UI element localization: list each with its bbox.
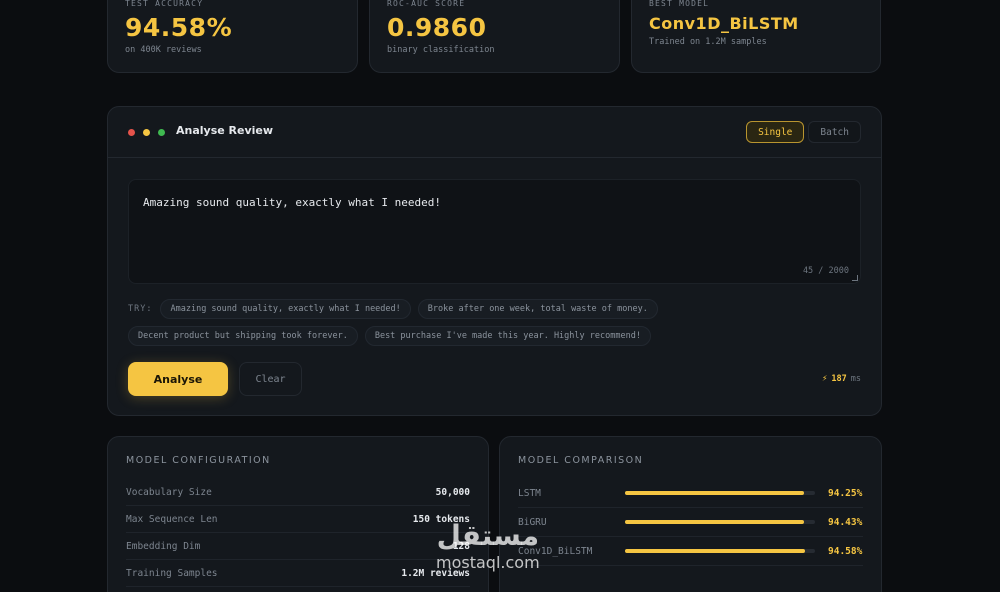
clear-button[interactable]: Clear xyxy=(239,362,302,396)
config-key: Max Sequence Len xyxy=(126,513,218,525)
stat-sub: on 400K reviews xyxy=(125,45,202,55)
char-count: 45 / 2000 xyxy=(802,266,849,276)
model-accuracy: 94.58% xyxy=(828,545,863,557)
card-heading: MODEL COMPARISON xyxy=(518,455,644,466)
comparison-list: LSTM 94.25% BiGRU 94.43% Conv1D_BiLSTM 94.58% xyxy=(518,479,863,566)
review-textarea[interactable]: Amazing sound quality, exactly what I ne… xyxy=(128,179,861,284)
config-row: Vocabulary Size 50,000 xyxy=(126,479,470,506)
analyse-panel: Analyse Review Single Batch Amazing soun… xyxy=(107,106,882,416)
comparison-row: Conv1D_BiLSTM 94.58% xyxy=(518,537,863,566)
yellow-dot-icon xyxy=(143,129,150,136)
comparison-row: LSTM 94.25% xyxy=(518,479,863,508)
stat-label: BEST MODEL xyxy=(649,0,710,8)
accuracy-bar-track xyxy=(625,491,815,495)
latency-indicator: ⚡ 187 ms xyxy=(822,374,861,384)
stat-value: Conv1D_BiLSTM xyxy=(649,14,799,33)
panel-title: Analyse Review xyxy=(176,124,274,137)
comparison-row: BiGRU 94.43% xyxy=(518,508,863,537)
panel-header: Analyse Review Single Batch xyxy=(108,107,881,158)
card-heading: MODEL CONFIGURATION xyxy=(126,455,271,466)
review-input-value: Amazing sound quality, exactly what I ne… xyxy=(143,196,442,209)
model-accuracy: 94.25% xyxy=(828,487,863,499)
watermark-latin: mostaql.com xyxy=(436,553,540,572)
stat-label: TEST ACCURACY xyxy=(125,0,204,8)
dashboard-page: TEST ACCURACY 94.58% on 400K reviews ROC… xyxy=(0,0,1000,592)
config-row: Training Samples 1.2M reviews xyxy=(126,560,470,587)
config-key: Embedding Dim xyxy=(126,540,201,552)
stat-sub: binary classification xyxy=(387,45,495,55)
red-dot-icon xyxy=(128,129,135,136)
mode-single-button[interactable]: Single xyxy=(746,121,805,143)
stat-card-accuracy: TEST ACCURACY 94.58% on 400K reviews xyxy=(107,0,358,73)
resize-handle-icon[interactable] xyxy=(852,275,858,281)
green-dot-icon xyxy=(158,129,165,136)
accuracy-bar-fill xyxy=(625,491,805,495)
config-list: Vocabulary Size 50,000 Max Sequence Len 150… xyxy=(126,479,470,587)
analyse-button[interactable]: Analyse xyxy=(128,362,228,396)
model-name: LSTM xyxy=(518,487,541,499)
model-configuration-card: MODEL CONFIGURATION Vocabulary Size 50,00… xyxy=(107,436,489,592)
latency-value: 187 xyxy=(831,374,847,384)
stat-label: ROC-AUC SCORE xyxy=(387,0,466,8)
suggestion-chip[interactable]: Amazing sound quality, exactly what I ne… xyxy=(160,299,411,319)
model-accuracy: 94.43% xyxy=(828,516,863,528)
suggestion-row-1: TRY: Amazing sound quality, exactly what… xyxy=(128,299,868,319)
accuracy-bar-fill xyxy=(625,549,805,553)
stat-value: 94.58% xyxy=(125,13,233,42)
config-key: Training Samples xyxy=(126,567,218,579)
watermark-arabic: مستقل xyxy=(436,519,540,552)
suggestion-chip[interactable]: Decent product but shipping took forever… xyxy=(128,326,358,346)
config-row: Max Sequence Len 150 tokens xyxy=(126,506,470,533)
try-label: TRY: xyxy=(128,304,153,314)
watermark: مستقل mostaql.com xyxy=(436,520,540,572)
suggestion-row-2: Decent product but shipping took forever… xyxy=(128,326,868,346)
model-comparison-card: MODEL COMPARISON LSTM 94.25% BiGRU 94.43% Co… xyxy=(499,436,882,592)
accuracy-bar-fill xyxy=(625,520,805,524)
mode-switch: Single Batch xyxy=(746,121,861,143)
lightning-icon: ⚡ xyxy=(821,374,828,384)
mode-batch-button[interactable]: Batch xyxy=(808,121,861,143)
latency-unit: ms xyxy=(850,374,861,384)
stat-value: 0.9860 xyxy=(387,13,487,42)
accuracy-bar-track xyxy=(625,520,815,524)
suggestion-chip[interactable]: Best purchase I've made this year. Highl… xyxy=(364,326,651,346)
config-row: Embedding Dim 128 xyxy=(126,533,470,560)
accuracy-bar-track xyxy=(625,549,815,553)
stat-card-best-model: BEST MODEL Conv1D_BiLSTM Trained on 1.2M… xyxy=(631,0,881,73)
stat-sub: Trained on 1.2M samples xyxy=(649,37,767,47)
config-key: Vocabulary Size xyxy=(126,486,212,498)
suggestion-chip[interactable]: Broke after one week, total waste of mon… xyxy=(417,299,658,319)
stat-card-roc-auc: ROC-AUC SCORE 0.9860 binary classificati… xyxy=(369,0,620,73)
config-value: 50,000 xyxy=(435,486,470,498)
window-dots xyxy=(128,129,165,136)
